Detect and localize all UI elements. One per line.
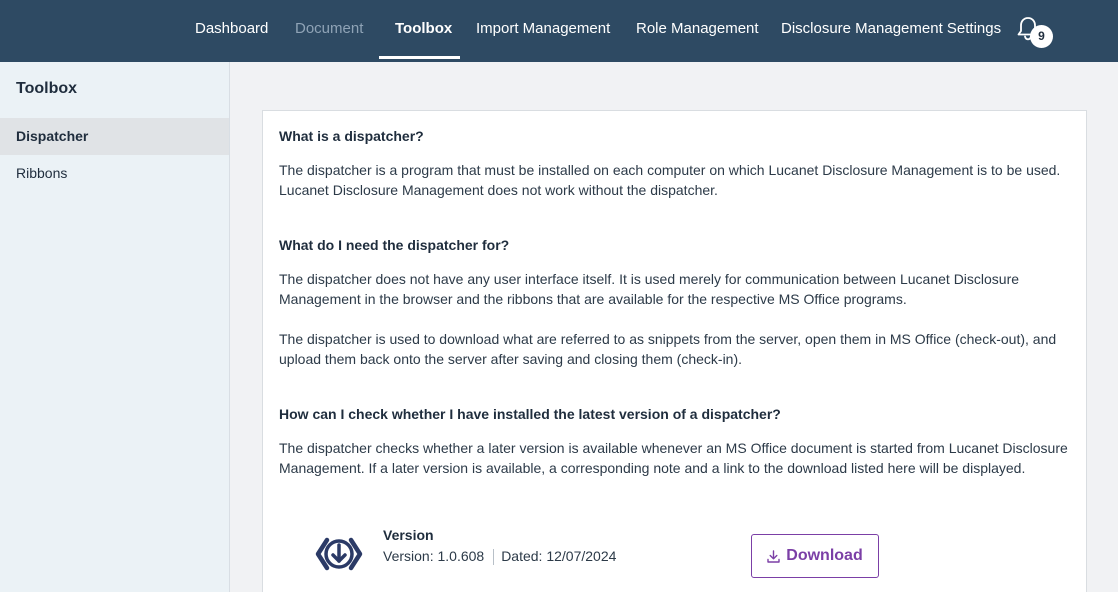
- top-navigation-bar: Dashboard Document Toolbox Import Manage…: [0, 0, 1118, 62]
- notification-count-badge: 9: [1030, 25, 1053, 48]
- faq-answer: The dispatcher is a program that must be…: [279, 162, 1061, 198]
- nav-import-management[interactable]: Import Management: [476, 0, 610, 62]
- nav-role-management[interactable]: Role Management: [636, 0, 759, 62]
- faq-answer: The dispatcher does not have any user in…: [279, 271, 1020, 307]
- faq-question: What is a dispatcher?: [279, 128, 424, 144]
- faq-answer: The dispatcher checks whether a later ve…: [279, 440, 1068, 476]
- sidebar-title: Toolbox: [16, 80, 78, 97]
- dispatcher-info-panel: What is a dispatcher? The dispatcher is …: [262, 110, 1087, 592]
- sidebar: Toolbox Dispatcher Ribbons: [0, 62, 230, 592]
- version-info: Version: 1.0.608 Dated: 12/07/2024: [383, 548, 617, 566]
- download-button[interactable]: Download: [751, 534, 879, 578]
- sidebar-item-dispatcher[interactable]: Dispatcher: [0, 118, 229, 155]
- faq-question: How can I check whether I have installed…: [279, 406, 781, 422]
- dispatcher-logo-icon: [315, 537, 363, 571]
- download-icon: [767, 549, 780, 563]
- nav-dashboard[interactable]: Dashboard: [195, 0, 268, 62]
- faq-answer: The dispatcher is used to download what …: [279, 331, 1057, 367]
- divider: [493, 549, 495, 566]
- version-date: Dated: 12/07/2024: [501, 548, 617, 564]
- sidebar-item-ribbons[interactable]: Ribbons: [0, 155, 229, 192]
- version-number: Version: 1.0.608: [383, 548, 485, 564]
- nav-toolbox[interactable]: Toolbox: [395, 0, 452, 62]
- download-button-label: Download: [786, 547, 863, 564]
- active-tab-indicator: [379, 56, 460, 59]
- nav-disclosure-management-settings[interactable]: Disclosure Management Settings: [781, 0, 1001, 62]
- nav-document: Document: [295, 20, 364, 37]
- faq-question: What do I need the dispatcher for?: [279, 237, 510, 253]
- version-title: Version: [383, 527, 434, 543]
